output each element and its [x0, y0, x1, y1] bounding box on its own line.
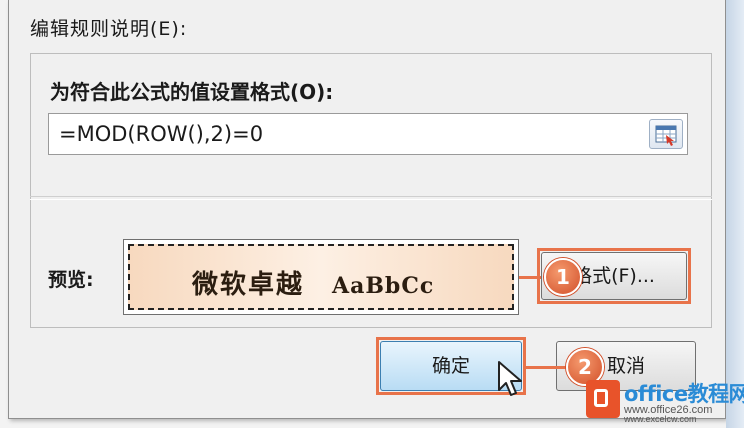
divider [30, 196, 712, 200]
step1-badge: 1 [544, 258, 582, 296]
edit-rule-description-label: 编辑规则说明(E): [30, 18, 188, 40]
collapse-dialog-button[interactable] [649, 119, 683, 149]
format-preview: 微软卓越 AaBbCc [123, 239, 519, 315]
preview-sample-area: 微软卓越 AaBbCc [128, 244, 514, 310]
formula-input[interactable]: =MOD(ROW(),2)=0 [48, 113, 688, 155]
office-logo-icon [586, 380, 620, 418]
watermark-url-2: www.excelcw.com [624, 414, 697, 424]
watermark: office教程网 www.office26.com www.excelcw.c… [586, 378, 744, 424]
step2-connector [526, 366, 566, 369]
step1-connector [519, 276, 541, 279]
formula-label: 为符合此公式的值设置格式(O): [50, 80, 334, 104]
formula-value: =MOD(ROW(),2)=0 [59, 122, 264, 146]
preview-label: 预览: [48, 269, 94, 291]
mouse-cursor-icon [498, 361, 522, 396]
preview-sample-cjk: 微软卓越 [192, 270, 305, 300]
preview-sample-text: 微软卓越 AaBbCc [192, 264, 434, 301]
watermark-url-secondary: www.excelcw.com [624, 414, 697, 424]
window-frame [726, 0, 744, 428]
range-select-icon [655, 125, 677, 146]
preview-sample-latin: AaBbCc [332, 273, 435, 299]
